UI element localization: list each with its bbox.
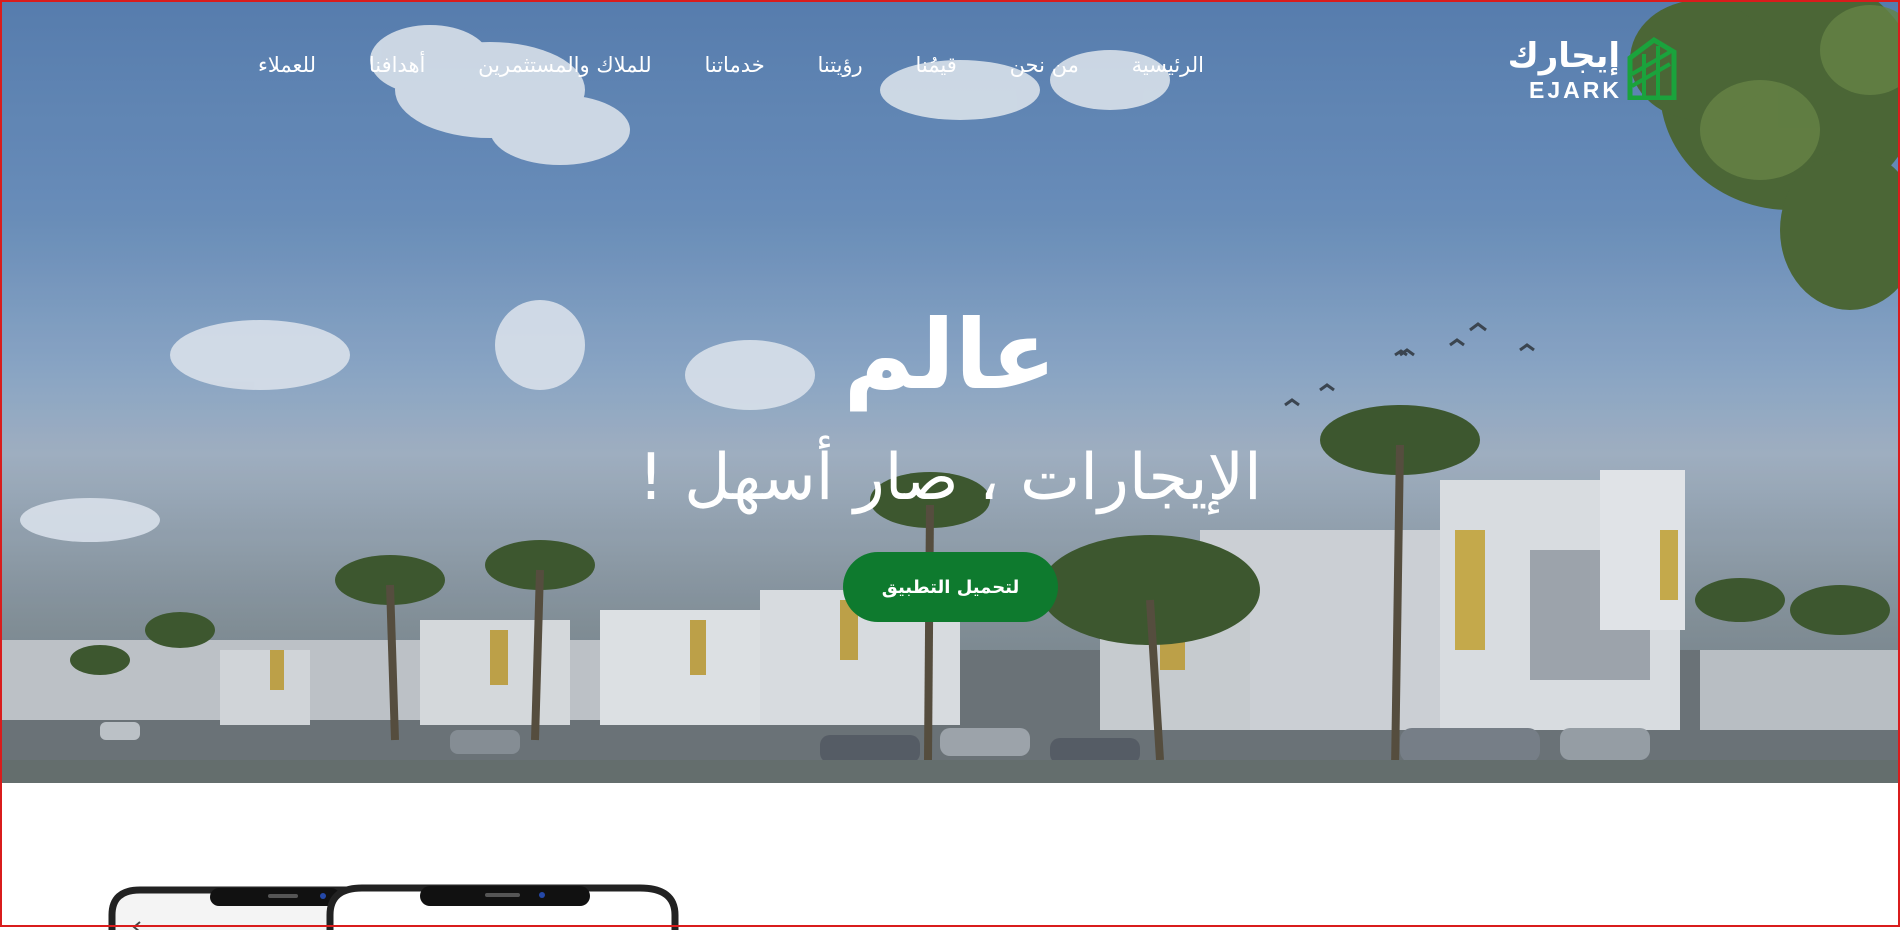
nav-customers[interactable]: للعملاء xyxy=(258,53,316,77)
hero-section: إيجارك EJARK الرئيسية من نحن قيمُنا رؤيت… xyxy=(0,0,1900,783)
nav-home[interactable]: الرئيسية xyxy=(1132,53,1204,77)
nav-goals[interactable]: أهدافنا xyxy=(369,53,426,77)
logo-text-arabic: إيجارك xyxy=(1507,36,1620,76)
nav-services[interactable]: خدماتنا xyxy=(704,53,764,77)
download-app-button[interactable]: لتحميل التطبيق xyxy=(843,552,1058,622)
ejark-logo[interactable]: إيجارك EJARK xyxy=(1508,34,1680,106)
hero-title: عالم xyxy=(843,299,1057,411)
logo-text-english: EJARK xyxy=(1529,77,1622,103)
phone-mockups xyxy=(108,884,679,930)
main-navigation: الرئيسية من نحن قيمُنا رؤيتنا خدماتنا لل… xyxy=(258,48,1204,82)
nav-values[interactable]: قيمُنا xyxy=(916,53,957,77)
hero-subtitle: الإيجارات ، صار أسهل ! xyxy=(638,441,1262,515)
nav-owners-investors[interactable]: للملاك والمستثمرين xyxy=(478,53,652,77)
building-logo-icon xyxy=(1627,36,1677,100)
nav-about-us[interactable]: من نحن xyxy=(1010,53,1079,77)
nav-vision[interactable]: رؤيتنا xyxy=(818,53,863,77)
